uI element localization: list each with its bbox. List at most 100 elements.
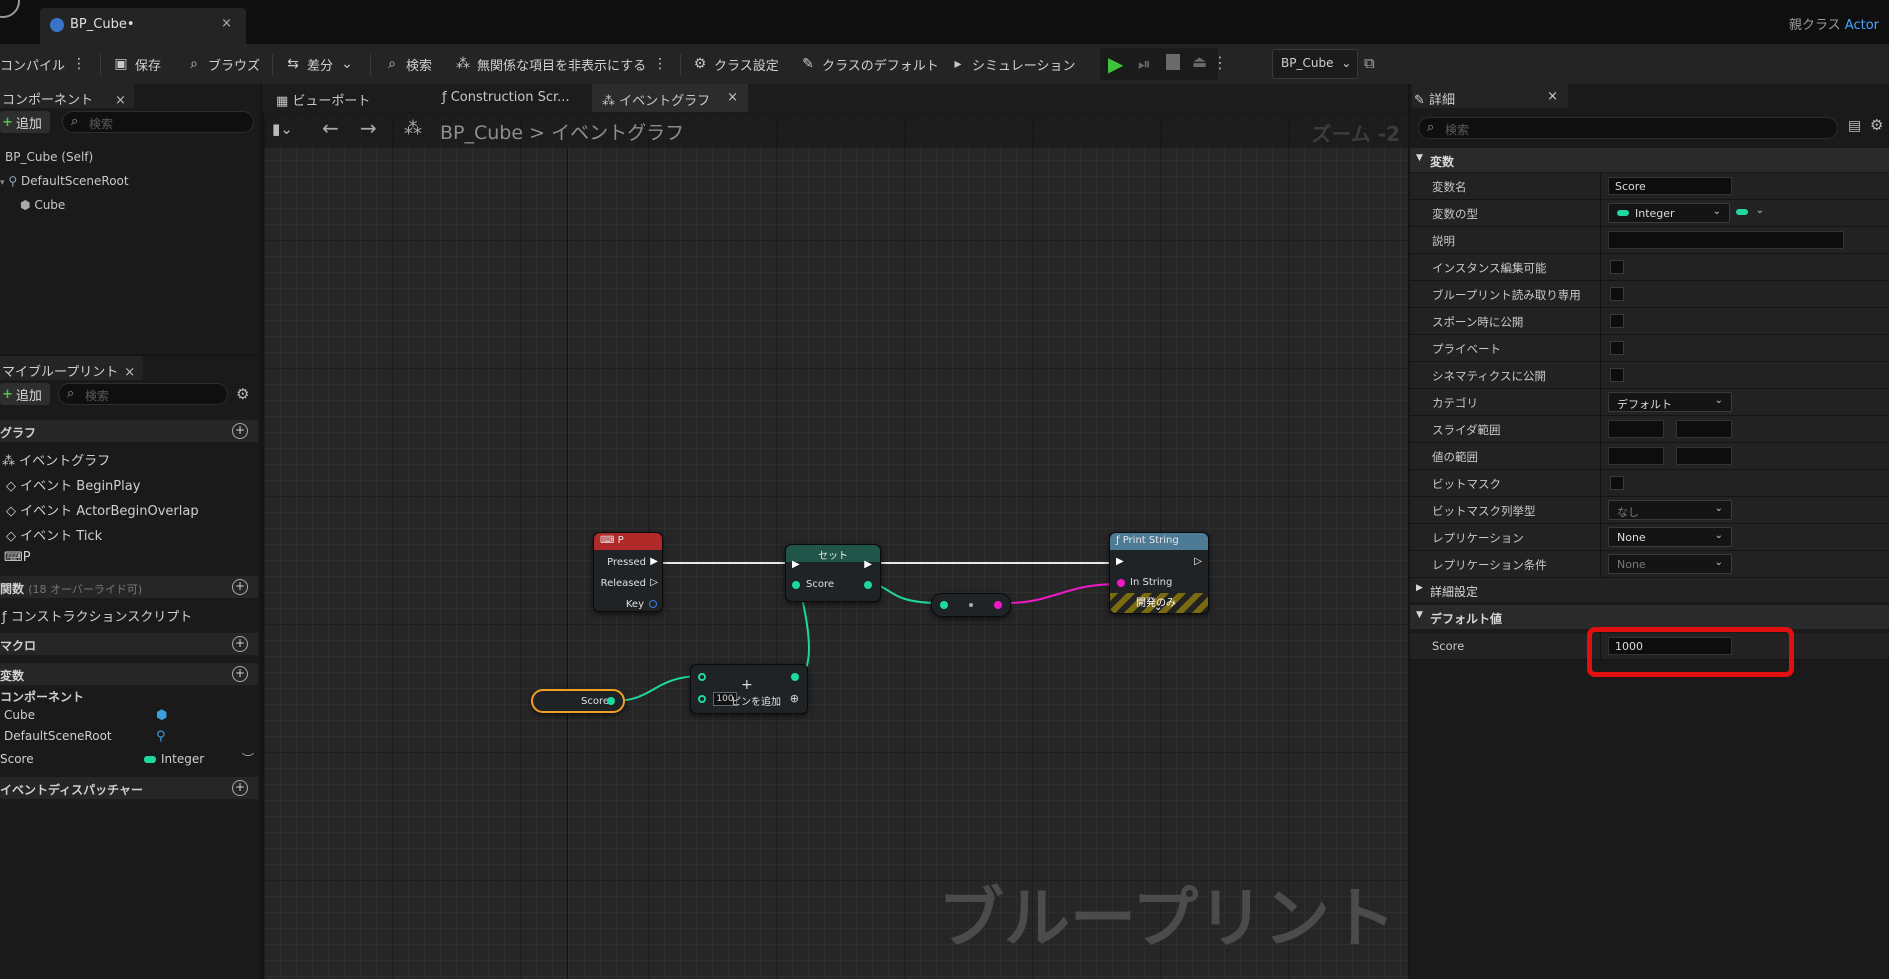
string-pin-icon[interactable]	[994, 601, 1002, 609]
exec-out-pin-icon[interactable]: ▶	[864, 559, 872, 570]
exec-in-pin-icon[interactable]: ▶	[792, 559, 800, 570]
slider-min-input[interactable]	[1608, 420, 1664, 438]
bitmask-enum-select[interactable]: なし ⌄	[1608, 500, 1732, 520]
bitmask-checkbox[interactable]	[1610, 476, 1624, 490]
components-tab[interactable]: コンポーネント ×	[0, 84, 134, 108]
value-min-input[interactable]	[1608, 447, 1664, 465]
search-button[interactable]: ⌕ 検索	[384, 52, 432, 76]
gear-icon[interactable]: ⚙	[1870, 116, 1883, 134]
close-icon[interactable]: ×	[727, 90, 738, 105]
graph-item-beginplay[interactable]: ◇ イベント BeginPlay	[6, 475, 140, 494]
exec-pin-icon[interactable]: ▶	[650, 556, 658, 567]
close-icon[interactable]: ×	[115, 93, 126, 108]
details-search-input[interactable]: ⌕ 検索	[1418, 117, 1838, 139]
tab-construction-script[interactable]: ƒ Construction Scr...	[432, 84, 580, 112]
expose-on-spawn-checkbox[interactable]	[1610, 314, 1624, 328]
exec-pin-icon[interactable]: ▷	[650, 577, 658, 588]
integer-pin-icon[interactable]	[940, 601, 948, 609]
functions-category[interactable]: 関数 (18 オーバーライド可) +	[0, 576, 258, 598]
class-defaults-button[interactable]: ✎ クラスのデフォルト	[800, 52, 939, 76]
variable-section-header[interactable]: ▼ 変数	[1410, 148, 1889, 172]
add-integer-node[interactable]: + 100 ピンを追加 ⊕	[690, 664, 808, 714]
tree-item-cube[interactable]: ⬢ Cube	[20, 198, 65, 212]
blueprint-readonly-checkbox[interactable]	[1610, 287, 1624, 301]
my-blueprint-search-input[interactable]: ⌕ 検索	[58, 383, 228, 405]
integer-pin-icon[interactable]	[698, 673, 706, 681]
replication-select[interactable]: None ⌄	[1608, 527, 1732, 547]
compile-button[interactable]: コンパイル ⋮	[0, 52, 87, 76]
details-tab[interactable]: ✎ 詳細 ×	[1412, 84, 1568, 108]
add-pin-icon[interactable]: ⊕	[790, 692, 799, 705]
add-variable-icon[interactable]: +	[232, 666, 248, 682]
category-select[interactable]: デフォルト ⌄	[1608, 392, 1732, 412]
class-settings-button[interactable]: ⚙ クラス設定	[692, 52, 779, 76]
parent-class-link[interactable]: Actor	[1845, 18, 1879, 33]
save-button[interactable]: ▣ 保存	[113, 52, 161, 76]
variable-type-select[interactable]: Integer ⌄	[1608, 203, 1730, 223]
components-subcategory[interactable]: コンポーネント	[0, 688, 84, 705]
my-blueprint-tab[interactable]: マイブループリント ×	[0, 356, 144, 380]
print-string-node[interactable]: ƒ Print String ▶ ▷ In String 開発のみ ⌄	[1109, 532, 1209, 614]
variable-item-defaultsceneroot[interactable]: DefaultSceneRoot	[4, 729, 112, 743]
variable-item-score[interactable]: Score Integer ︶	[0, 752, 258, 770]
struct-pin-icon[interactable]	[649, 600, 657, 608]
graph-item-tick[interactable]: ◇ イベント Tick	[6, 525, 102, 544]
private-checkbox[interactable]	[1610, 341, 1624, 355]
container-type-select[interactable]: ⌄	[1734, 203, 1766, 223]
tree-item-defaultsceneroot[interactable]: ▾ ⚲ DefaultSceneRoot	[0, 174, 129, 188]
description-input[interactable]	[1608, 231, 1844, 249]
exec-in-pin-icon[interactable]: ▶	[1116, 556, 1124, 567]
exec-out-pin-icon[interactable]: ▷	[1194, 556, 1202, 567]
integer-pin-icon[interactable]	[607, 697, 615, 705]
add-component-button[interactable]: + 追加	[0, 111, 50, 133]
debug-target-icon[interactable]: ⧉	[1364, 54, 1375, 72]
diff-button[interactable]: ⇆ 差分 ⌄	[285, 52, 355, 76]
play-icon[interactable]: ▶	[1108, 52, 1123, 76]
add-macro-icon[interactable]: +	[232, 636, 248, 652]
event-graph-canvas[interactable]: ▮⌄ ← → ⁂ BP_Cube > イベントグラフ ズーム -2 ⌨ P Pr…	[264, 112, 1408, 979]
hide-unrelated-button[interactable]: ⁂ 無関係な項目を非表示にする ⋮	[455, 52, 668, 76]
integer-out-pin-icon[interactable]	[864, 581, 872, 589]
graph-item-event-graph[interactable]: ⁂ イベントグラフ	[2, 450, 110, 469]
close-icon[interactable]: ×	[124, 365, 135, 380]
slider-max-input[interactable]	[1676, 420, 1732, 438]
advanced-section-header[interactable]: ▶ 詳細設定	[1410, 578, 1889, 602]
add-graph-icon[interactable]: +	[232, 423, 248, 439]
integer-pin-icon[interactable]	[792, 581, 800, 589]
components-search-input[interactable]: ⌕ 検索	[62, 111, 254, 133]
more-options-icon[interactable]: ⋮	[1212, 53, 1228, 72]
eye-icon[interactable]: ︶	[242, 750, 254, 767]
key-event-node-p[interactable]: ⌨ P Pressed ▶ Released ▷ Key	[593, 532, 663, 612]
add-function-icon[interactable]: +	[232, 579, 248, 595]
integer-out-pin-icon[interactable]	[791, 673, 799, 681]
gear-icon[interactable]: ⚙	[236, 385, 249, 403]
close-icon[interactable]: ×	[1547, 89, 1558, 104]
function-item-construction-script[interactable]: ƒ コンストラクションスクリプト	[2, 606, 192, 625]
int-to-string-conversion-node[interactable]	[931, 593, 1011, 617]
instance-editable-checkbox[interactable]	[1610, 260, 1624, 274]
graph-item-key-p[interactable]: ⌨P	[4, 550, 31, 565]
more-options-icon[interactable]: ⋮	[71, 56, 87, 72]
tab-event-graph[interactable]: ⁂ イベントグラフ ×	[592, 84, 748, 112]
add-member-button[interactable]: + 追加	[0, 383, 50, 405]
browse-button[interactable]: ⌕ ブラウズ	[186, 52, 260, 76]
add-dispatcher-icon[interactable]: +	[232, 780, 248, 796]
more-options-icon[interactable]: ⋮	[652, 56, 668, 72]
table-view-icon[interactable]: ▤	[1848, 118, 1861, 134]
variable-item-cube[interactable]: Cube	[4, 708, 35, 722]
expose-cinematics-checkbox[interactable]	[1610, 368, 1624, 382]
close-icon[interactable]: ×	[221, 16, 232, 31]
expand-arrow-icon[interactable]: ▾	[0, 178, 5, 188]
graphs-category[interactable]: グラフ +	[0, 420, 258, 442]
add-pin-label[interactable]: ピンを追加	[731, 693, 781, 708]
chevron-down-icon[interactable]: ⌄	[1154, 602, 1162, 613]
debug-object-select[interactable]: BP_Cube ⌄	[1272, 49, 1358, 79]
string-pin-icon[interactable]	[1117, 579, 1125, 587]
get-score-node[interactable]: Score	[531, 689, 625, 713]
eject-icon[interactable]: ⏏	[1192, 52, 1207, 71]
variable-name-input[interactable]: Score	[1608, 177, 1732, 195]
tree-item-self[interactable]: BP_Cube (Self)	[5, 150, 93, 164]
unreal-logo-icon[interactable]	[0, 0, 20, 18]
advance-frame-icon[interactable]: ⏯	[1138, 54, 1151, 74]
stop-icon[interactable]	[1166, 54, 1180, 70]
